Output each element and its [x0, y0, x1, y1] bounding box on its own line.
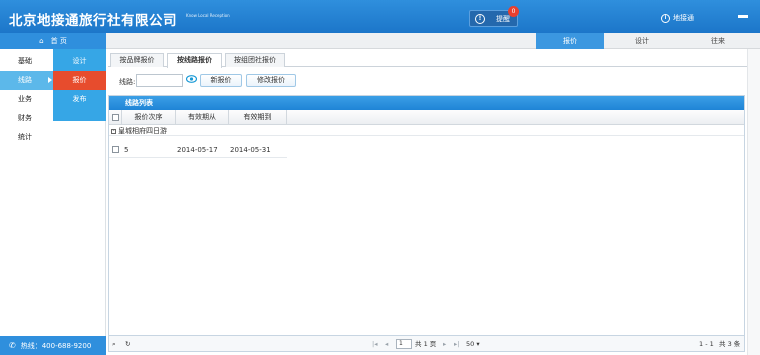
new-quote-button[interactable]: 新报价 — [200, 74, 242, 87]
tab-design[interactable]: 设计 — [604, 33, 680, 49]
minimize-menu-icon[interactable] — [738, 15, 748, 18]
sidebar-item-business[interactable]: 业务 — [0, 90, 53, 109]
edit-quote-button[interactable]: 修改报价 — [246, 74, 296, 87]
tab-quote[interactable]: 报价 — [536, 33, 604, 49]
user-menu[interactable]: i 地接通 — [661, 13, 694, 23]
home-label: 首 页 — [50, 37, 67, 45]
total-pages: 共 1 页 — [415, 340, 437, 348]
sidebar-item-stats[interactable]: 统计 — [0, 128, 53, 147]
last-page-icon[interactable]: ▸| — [454, 339, 459, 349]
eye-icon[interactable] — [186, 75, 197, 83]
sidebar-submenu: 设计 报价 发布 — [53, 49, 106, 121]
group-label: 皇城相府四日游 — [118, 127, 167, 135]
column-valid-from[interactable]: 有效期从 — [176, 110, 229, 125]
page-size-select[interactable]: 50 ▾ — [466, 339, 480, 349]
route-list-panel: 线路列表 报价次序 有效期从 有效期到 - 皇城相府四日游 5 2014-05-1… — [108, 95, 745, 336]
column-order[interactable]: 报价次序 — [122, 110, 176, 125]
collapse-icon[interactable]: - — [111, 128, 116, 134]
tab-contacts[interactable]: 往来 — [680, 33, 756, 49]
group-row[interactable]: - 皇城相府四日游 — [109, 126, 744, 136]
first-page-icon[interactable]: |◂ — [372, 339, 377, 349]
tab-by-brand[interactable]: 按品牌报价 — [110, 53, 164, 67]
table-row[interactable]: 5 2014-05-17 2014-05-31 — [109, 142, 287, 158]
sidebar-item-route[interactable]: 线路 — [0, 71, 53, 90]
hotline-text: 热线：400-688-9200 — [20, 341, 92, 350]
remind-count-badge: 0 — [508, 6, 519, 17]
grid-header: 报价次序 有效期从 有效期到 — [109, 110, 744, 125]
sidebar-item-label: 线路 — [18, 76, 32, 84]
submenu-item-publish[interactable]: 发布 — [53, 90, 106, 109]
quote-tabs: 按品牌报价 按线路报价 按组团社报价 — [108, 53, 760, 68]
next-page-icon[interactable]: ▸ — [443, 339, 446, 349]
hotline-bar: ✆ 热线：400-688-9200 — [0, 336, 106, 355]
phone-icon: ✆ — [9, 341, 16, 350]
route-label: 线路: — [119, 78, 136, 86]
page-size-value: 50 — [466, 340, 475, 348]
cell-order: 5 — [124, 146, 129, 154]
sidebar-item-basic[interactable]: 基础 — [0, 52, 53, 71]
company-subtitle: Know Local Reception — [186, 13, 230, 18]
record-range: 1 - 1 — [699, 340, 714, 348]
app-header: 北京地接通旅行社有限公司 Know Local Reception ! 提醒 0… — [0, 0, 760, 33]
select-all-cell — [109, 110, 122, 125]
select-all-checkbox[interactable] — [112, 114, 119, 121]
page-number-input[interactable]: 1 — [396, 339, 412, 349]
right-margin — [747, 49, 760, 355]
user-name: 地接通 — [673, 14, 694, 22]
user-icon: i — [661, 13, 670, 23]
column-valid-to[interactable]: 有效期到 — [229, 110, 287, 125]
company-title: 北京地接通旅行社有限公司 — [9, 13, 177, 29]
remind-label: 提醒 — [496, 14, 510, 23]
cell-valid-from: 2014-05-17 — [177, 146, 218, 154]
sidebar-item-finance[interactable]: 财务 — [0, 109, 53, 128]
submenu-item-quote[interactable]: 报价 — [53, 71, 106, 90]
alert-icon: ! — [475, 13, 485, 24]
prev-page-icon[interactable]: ◂ — [385, 339, 388, 349]
refresh-icon[interactable]: ↻ — [125, 339, 130, 349]
pagination-bar: ⌕ ↻ |◂ ◂ 1 共 1 页 ▸ ▸| 50 ▾ 1 - 1 共 3 条 — [108, 336, 745, 352]
tab-by-agency[interactable]: 按组团社报价 — [225, 53, 285, 67]
home-button[interactable]: ⌂ 首 页 — [0, 33, 106, 49]
home-icon: ⌂ — [39, 37, 44, 45]
route-input[interactable] — [136, 74, 183, 87]
search-icon[interactable]: ⌕ — [112, 339, 116, 349]
row-checkbox[interactable] — [112, 146, 119, 153]
total-records: 共 3 条 — [719, 340, 741, 348]
tab-by-route[interactable]: 按线路报价 — [167, 53, 222, 68]
panel-title: 线路列表 — [109, 96, 744, 110]
arrow-right-icon — [48, 77, 52, 83]
submenu-item-design[interactable]: 设计 — [53, 52, 106, 71]
cell-valid-to: 2014-05-31 — [230, 146, 271, 154]
